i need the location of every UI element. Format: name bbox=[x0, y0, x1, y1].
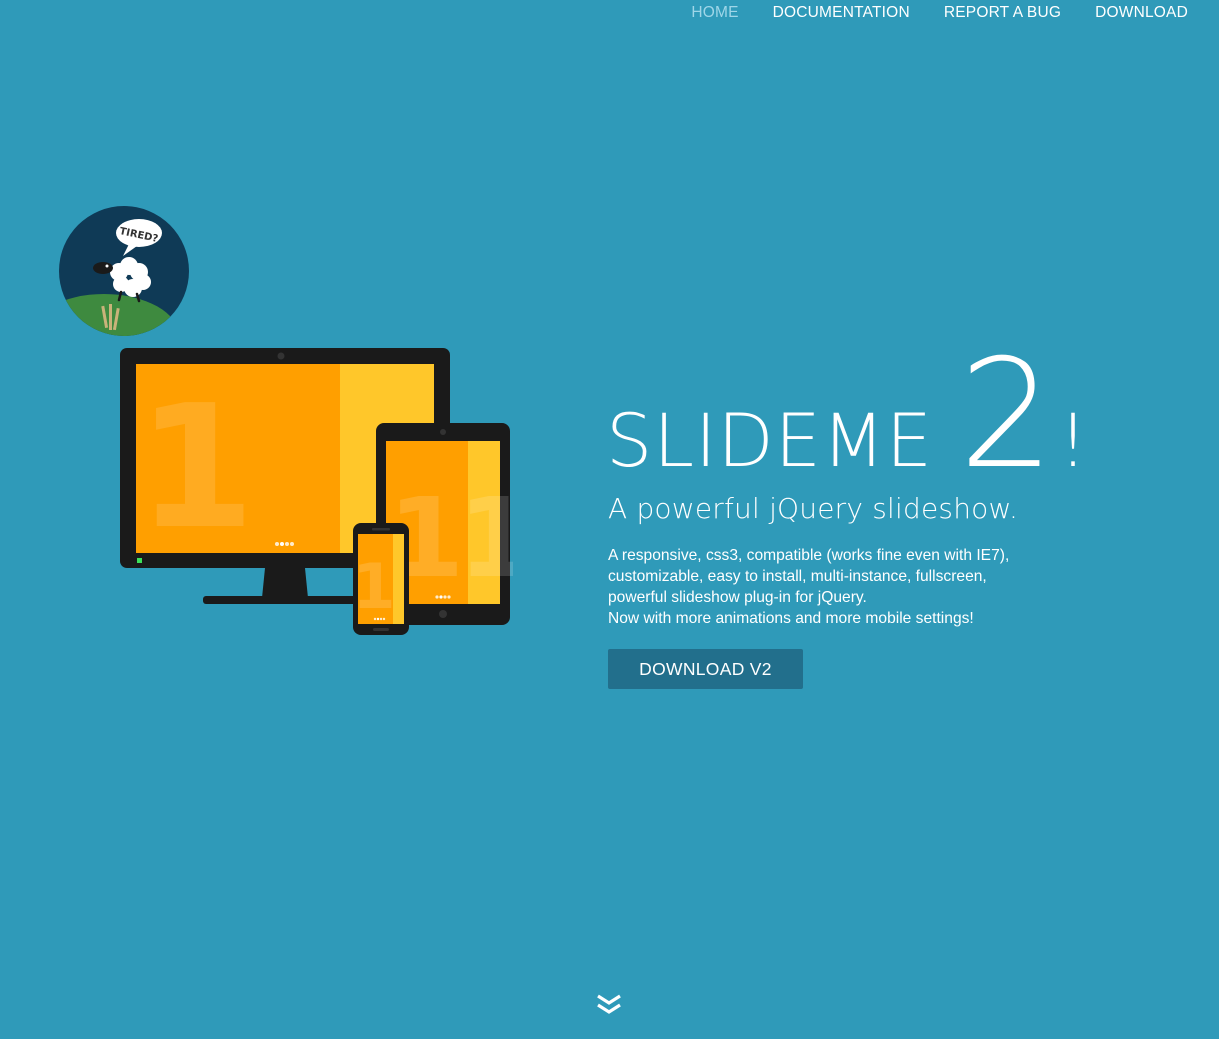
download-v2-button[interactable]: DOWNLOAD V2 bbox=[608, 649, 803, 689]
description-line: customizable, easy to install, multi-ins… bbox=[608, 568, 987, 585]
landing-page: HOME DOCUMENTATION REPORT A BUG DOWNLOAD… bbox=[0, 0, 1219, 1039]
top-nav: HOME DOCUMENTATION REPORT A BUG DOWNLOAD bbox=[691, 0, 1188, 26]
hero-title-number: 2 bbox=[958, 328, 1055, 502]
hero-title-suffix: ! bbox=[1058, 399, 1088, 484]
nav-item-documentation[interactable]: DOCUMENTATION bbox=[773, 4, 910, 22]
devices-illustration: 1 1 1 1 bbox=[118, 346, 534, 638]
monitor-slide-number: 1 bbox=[137, 369, 255, 567]
hero-description: A responsive, css3, compatible (works fi… bbox=[608, 545, 1078, 629]
nav-item-home[interactable]: HOME bbox=[691, 4, 738, 22]
phone-slide-number: 1 bbox=[352, 550, 395, 623]
description-line: A responsive, css3, compatible (works fi… bbox=[608, 547, 1010, 564]
hero-title-word: SLIDEME bbox=[606, 399, 933, 484]
hero-title: SLIDEME 2! bbox=[606, 340, 1088, 490]
description-line: Now with more animations and more mobile… bbox=[608, 610, 974, 627]
tablet-slide-number-secondary: 1 bbox=[458, 474, 513, 602]
nav-item-download[interactable]: DOWNLOAD bbox=[1095, 4, 1188, 22]
phone: 1 bbox=[352, 523, 409, 635]
nav-item-report-a-bug[interactable]: REPORT A BUG bbox=[944, 4, 1061, 22]
double-chevron-down-icon[interactable] bbox=[595, 990, 623, 1018]
description-line: powerful slideshow plug-in for jQuery. bbox=[608, 589, 867, 606]
hero-subtitle: A powerful jQuery slideshow. bbox=[608, 492, 1019, 525]
sheep-icon: TIRED? bbox=[59, 219, 179, 336]
logo[interactable]: TIRED? bbox=[59, 206, 189, 336]
